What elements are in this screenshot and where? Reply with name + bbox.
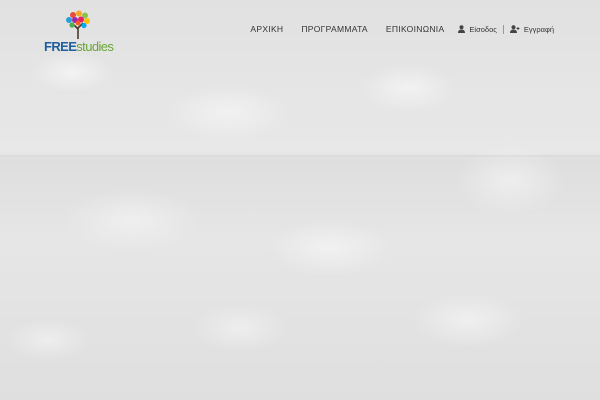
logo-text-free: FREE [44, 39, 77, 54]
user-plus-icon [509, 25, 520, 33]
nav-item-contact[interactable]: ΕΠΙΚΟΙΝΩΝΙΑ [386, 24, 445, 34]
nav-item-programs[interactable]: ΠΡΟΓΡΑΜΜΑΤΑ [301, 24, 368, 34]
login-label: Είσοδος [469, 24, 497, 34]
main-navigation: ΑΡΧΙΚΗ ΠΡΟΓΡΑΜΜΑΤΑ ΕΠΙΚΟΙΝΩΝΙΑ Είσοδος Ε… [250, 24, 554, 34]
nav-item-home[interactable]: ΑΡΧΙΚΗ [250, 24, 283, 34]
user-icon [458, 25, 466, 33]
register-link[interactable]: Εγγραφή [509, 24, 554, 34]
user-links: Είσοδος Εγγραφή [458, 24, 554, 34]
tree-logo-icon [66, 10, 90, 39]
site-header: FREEstudies ΑΡΧΙΚΗ ΠΡΟΓΡΑΜΜΑΤΑ ΕΠΙΚΟΙΝΩΝ… [0, 0, 600, 62]
register-label: Εγγραφή [523, 24, 554, 34]
user-links-divider [502, 24, 504, 34]
site-logo[interactable]: FREEstudies [44, 10, 116, 56]
login-link[interactable]: Είσοδος [458, 24, 497, 34]
logo-wordmark: FREEstudies [44, 39, 114, 54]
logo-text-studies: studies [76, 39, 114, 54]
background-seam [0, 155, 600, 157]
